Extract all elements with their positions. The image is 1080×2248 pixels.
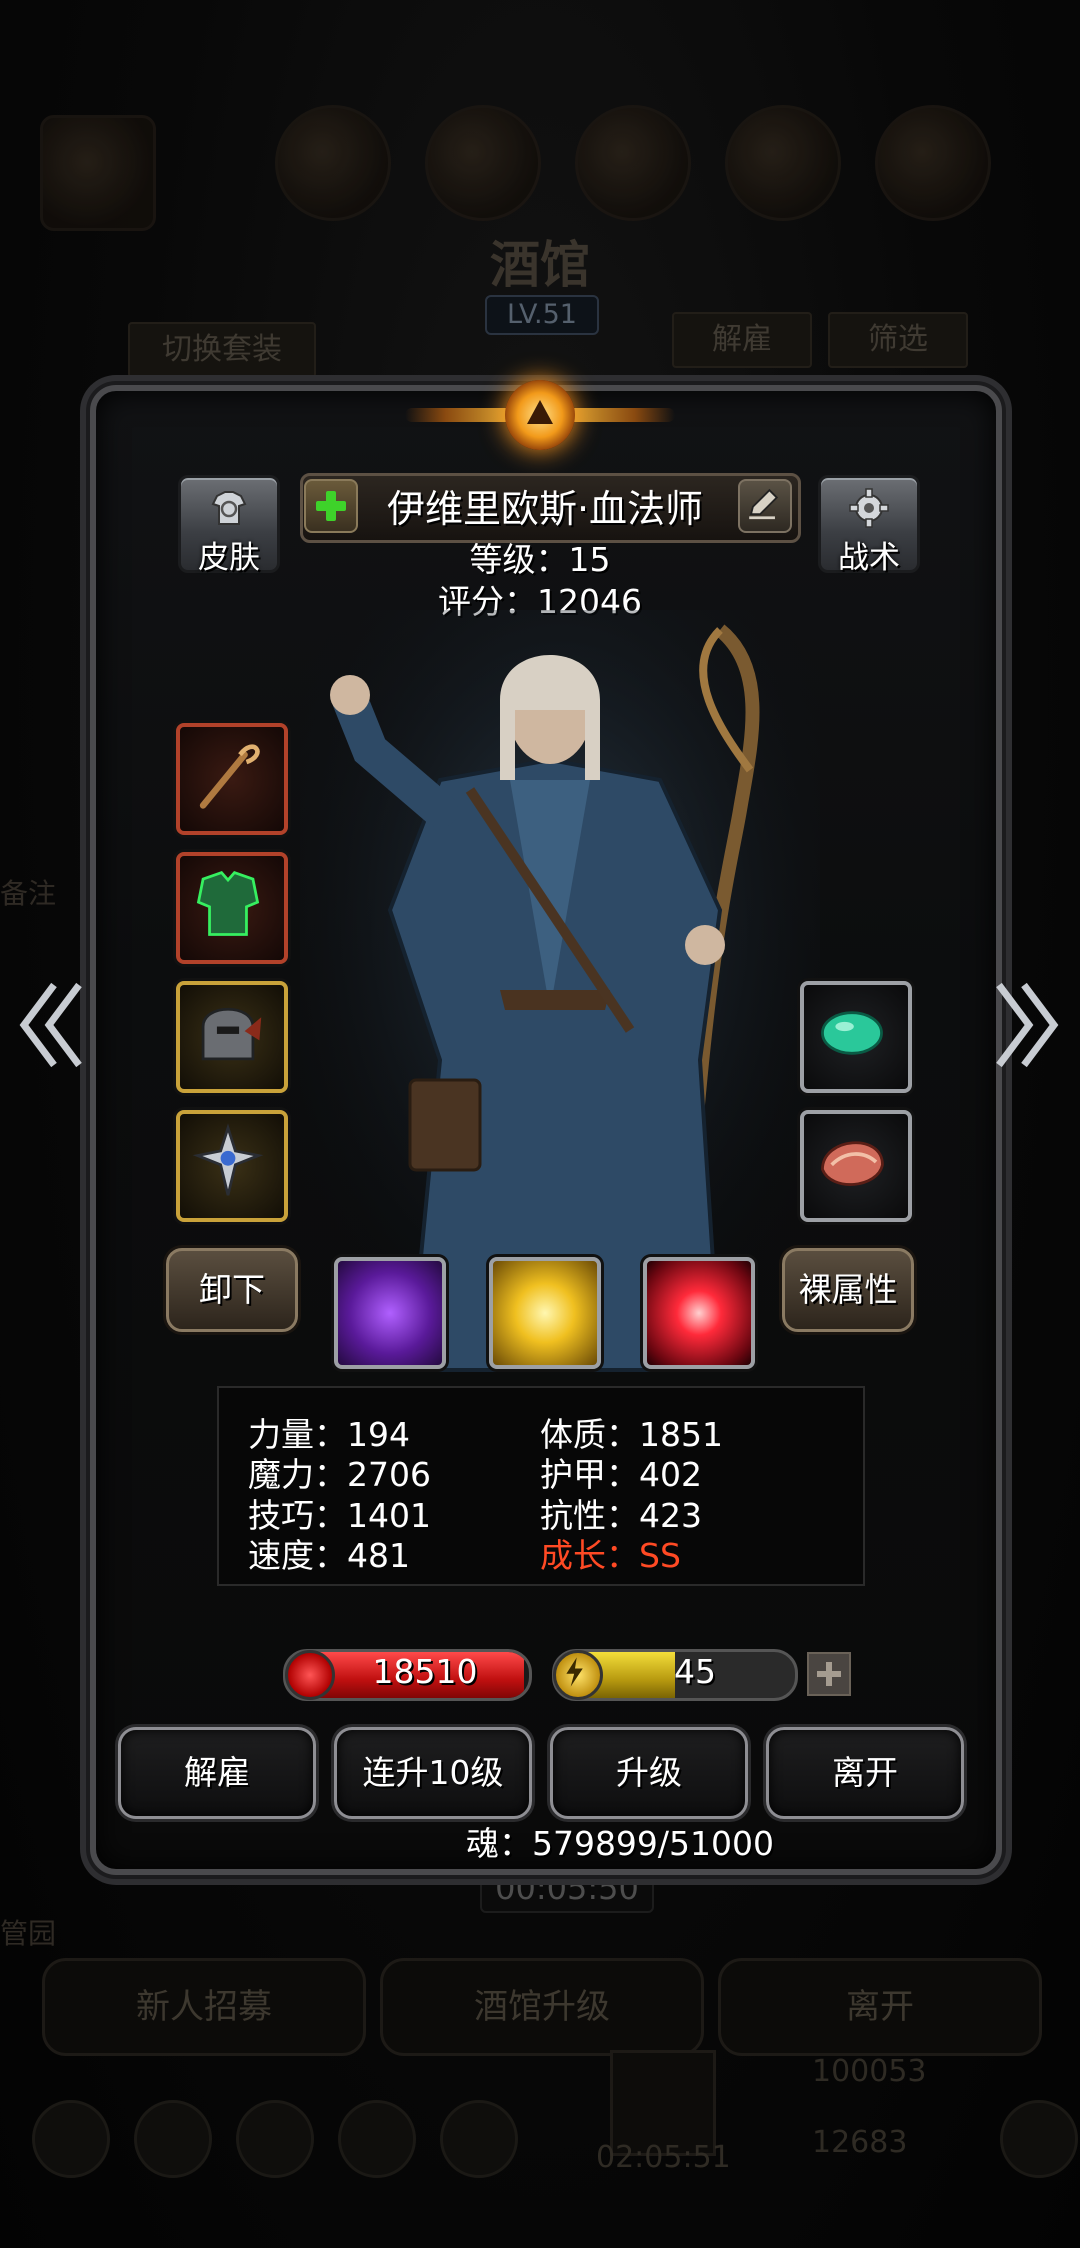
skin-label: 皮肤 xyxy=(198,540,260,576)
bg-blue-orb-icon xyxy=(725,105,841,221)
bg-footer-icon xyxy=(32,2100,110,2178)
staff-slot[interactable] xyxy=(176,723,288,835)
level-up-button[interactable]: 升级 xyxy=(550,1727,748,1819)
bg-sword-icon xyxy=(875,105,991,221)
bolt-glyph-icon xyxy=(566,1657,583,1687)
dismiss-button[interactable]: 解雇 xyxy=(118,1727,316,1819)
shirt-cycle-icon xyxy=(211,491,247,525)
previous-hero-arrow-icon[interactable] xyxy=(14,975,84,1075)
bg-fire-icon xyxy=(275,105,391,221)
bg-recruit-button: 新人招募 xyxy=(42,1958,366,2056)
unequip-button[interactable]: 卸下 xyxy=(166,1248,298,1332)
helmet-slot[interactable] xyxy=(176,981,288,1093)
bg-gem-count: 12683 xyxy=(812,2125,908,2160)
red-slash-skill-icon[interactable] xyxy=(643,1257,755,1369)
hp-value: 18510 xyxy=(372,1652,478,1691)
bg-footer-icon xyxy=(134,2100,212,2178)
bg-footer-timer: 02:05:51 xyxy=(596,2140,731,2175)
skin-button[interactable]: 皮肤 xyxy=(178,475,280,576)
stat-growth: 成长：SS xyxy=(540,1536,681,1575)
level-up-10-button[interactable]: 连升10级 xyxy=(334,1727,532,1819)
lightning-icon xyxy=(553,1650,603,1700)
stat-speed: 速度：481 xyxy=(248,1536,410,1575)
bg-footer-icon xyxy=(236,2100,314,2178)
bg-gold-count: 100053 xyxy=(812,2054,927,2089)
bg-filter-button: 筛选 xyxy=(828,312,968,368)
bg-footer-icon xyxy=(440,2100,518,2178)
next-hero-arrow-icon[interactable] xyxy=(994,975,1064,1075)
bg-side-text: 管园 xyxy=(0,1917,57,1950)
amulet-icon xyxy=(192,1123,264,1196)
add-energy-button[interactable] xyxy=(807,1652,851,1696)
amulet-slot[interactable] xyxy=(176,1110,288,1222)
plus-icon[interactable] xyxy=(304,479,358,533)
background-top-icons xyxy=(40,105,1040,235)
bg-switch-outfit-button: 切换套装 xyxy=(128,322,316,378)
bg-tavern-level: LV.51 xyxy=(485,295,599,335)
raw-attributes-button[interactable]: 裸属性 xyxy=(782,1248,914,1332)
yellow-burst-skill-icon[interactable] xyxy=(489,1257,601,1369)
bg-tavern-upgrade-button: 酒馆升级 xyxy=(380,1958,704,2056)
armor-icon xyxy=(196,870,260,936)
bg-orange-orb-icon xyxy=(425,105,541,221)
frame-top-ornament xyxy=(405,363,675,463)
bg-orb-icon xyxy=(575,105,691,221)
tactics-label: 战术 xyxy=(838,540,900,576)
jade-gem-icon xyxy=(821,1011,883,1055)
bg-tavern-title: 酒馆 xyxy=(490,235,590,294)
sun-emblem-icon xyxy=(505,380,575,450)
heart-icon xyxy=(285,1650,335,1700)
armor-slot[interactable] xyxy=(176,852,288,964)
staff-icon xyxy=(199,744,260,809)
hero-name: 伊维里欧斯·血法师 xyxy=(386,487,704,531)
shell-trinket-icon xyxy=(821,1141,884,1186)
bg-leave-button: 离开 xyxy=(718,1958,1042,2056)
leave-button[interactable]: 离开 xyxy=(766,1727,964,1819)
energy-value: 45 xyxy=(674,1652,716,1691)
bg-side-text: 备注 xyxy=(0,877,57,910)
bg-menu-icon xyxy=(40,115,156,231)
shell-trinket-slot[interactable] xyxy=(800,1110,912,1222)
pencil-icon xyxy=(749,488,779,520)
helmet-icon xyxy=(201,1007,262,1061)
gear-icon xyxy=(849,488,889,528)
bg-footer-icon xyxy=(338,2100,416,2178)
tactics-button[interactable]: 战术 xyxy=(818,475,920,576)
hero-level: 等级：15 xyxy=(469,540,611,579)
edit-name-button[interactable] xyxy=(738,479,792,533)
soul-counter: 魂：579899/51000 xyxy=(465,1824,775,1863)
purple-boots-skill-icon[interactable] xyxy=(334,1257,446,1369)
bg-footer-plus-icon xyxy=(1000,2100,1078,2178)
bg-dismiss-button: 解雇 xyxy=(672,312,812,368)
jade-gem-slot[interactable] xyxy=(800,981,912,1093)
